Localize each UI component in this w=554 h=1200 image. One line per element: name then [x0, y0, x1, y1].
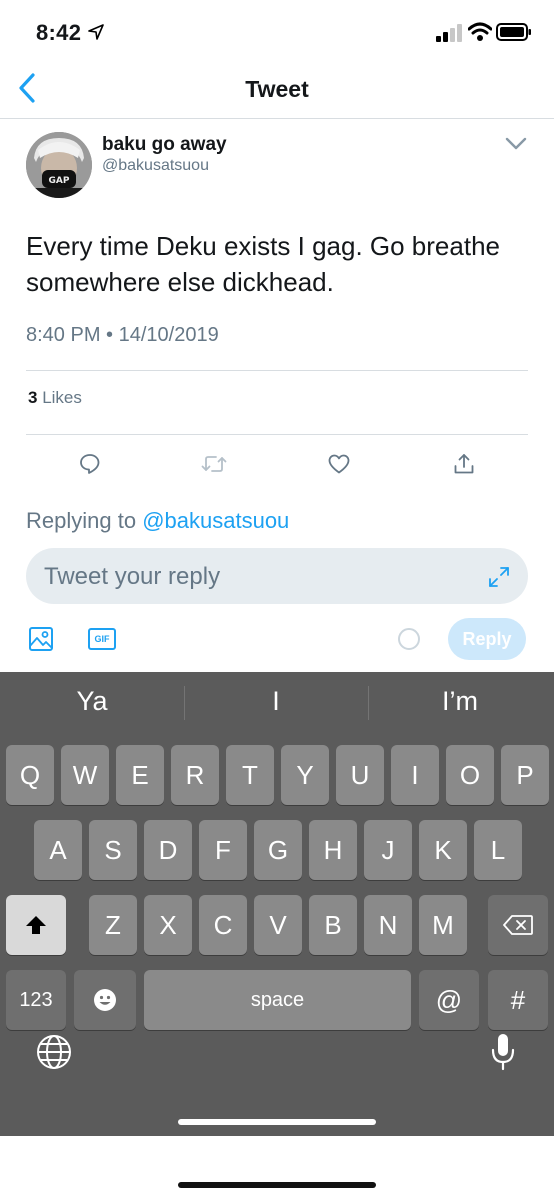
wifi-icon [468, 22, 492, 41]
gif-button[interactable]: GIF [88, 628, 116, 650]
key-f[interactable]: F [199, 820, 247, 880]
emoji-key[interactable] [74, 970, 136, 1030]
key-c[interactable]: C [199, 895, 247, 955]
replying-to-label: Replying to @bakusatsuou [26, 508, 289, 534]
key-k[interactable]: K [419, 820, 467, 880]
hash-key[interactable]: # [488, 970, 548, 1030]
predictive-bar: Ya I I’m [0, 672, 554, 734]
numbers-key[interactable]: 123 [6, 970, 66, 1030]
keyboard: Ya I I’m Q W E R T Y U I O P A S D F G H… [0, 672, 554, 1136]
status-time: 8:42 [36, 20, 82, 45]
battery-icon [496, 23, 531, 41]
key-y[interactable]: Y [281, 745, 329, 805]
suggestion-item[interactable]: I [224, 686, 328, 717]
key-g[interactable]: G [254, 820, 302, 880]
key-z[interactable]: Z [89, 895, 137, 955]
home-indicator-bar[interactable] [178, 1182, 376, 1188]
replying-mention-link[interactable]: @bakusatsuou [142, 508, 289, 533]
reply-input[interactable]: Tweet your reply [26, 548, 528, 604]
key-v[interactable]: V [254, 895, 302, 955]
heart-icon [328, 454, 350, 474]
tweet-text: Every time Deku exists I gag. Go breathe… [26, 231, 500, 297]
backspace-icon [503, 915, 533, 935]
key-s[interactable]: S [89, 820, 137, 880]
cellular-signal-icon [436, 24, 462, 42]
reply-action-button[interactable] [76, 450, 104, 478]
key-i[interactable]: I [391, 745, 439, 805]
key-m[interactable]: M [419, 895, 467, 955]
expand-icon[interactable] [488, 566, 510, 588]
suggestion-separator [368, 686, 369, 720]
suggestion-item[interactable]: Ya [40, 686, 144, 717]
chevron-down-icon[interactable] [504, 136, 528, 152]
key-q[interactable]: Q [6, 745, 54, 805]
key-r[interactable]: R [171, 745, 219, 805]
shift-key[interactable] [6, 895, 66, 955]
shift-arrow-icon [26, 916, 46, 934]
key-e[interactable]: E [116, 745, 164, 805]
key-n[interactable]: N [364, 895, 412, 955]
character-count-indicator [398, 628, 420, 650]
suggestion-separator [184, 686, 185, 720]
divider [26, 434, 528, 435]
user-handle[interactable]: @bakusatsuou [102, 157, 209, 175]
share-icon [454, 454, 474, 474]
likes-number: 3 [28, 388, 38, 407]
reply-button[interactable]: Reply [448, 618, 526, 660]
key-h[interactable]: H [309, 820, 357, 880]
location-arrow-icon [88, 24, 104, 40]
suggestion-item[interactable]: I’m [408, 686, 512, 717]
key-b[interactable]: B [309, 895, 357, 955]
key-x[interactable]: X [144, 895, 192, 955]
key-w[interactable]: W [61, 745, 109, 805]
share-action-button[interactable] [450, 450, 478, 478]
key-d[interactable]: D [144, 820, 192, 880]
key-o[interactable]: O [446, 745, 494, 805]
key-a[interactable]: A [34, 820, 82, 880]
key-p[interactable]: P [501, 745, 549, 805]
svg-text:GAP: GAP [49, 176, 70, 186]
likes-count-link[interactable]: 3 Likes [28, 388, 82, 408]
key-u[interactable]: U [336, 745, 384, 805]
display-name[interactable]: baku go away [102, 134, 227, 156]
key-l[interactable]: L [474, 820, 522, 880]
divider [26, 370, 528, 371]
retweet-action-button[interactable] [200, 450, 228, 478]
key-t[interactable]: T [226, 745, 274, 805]
likes-label: Likes [42, 388, 82, 407]
replying-prefix: Replying to [26, 508, 137, 533]
avatar[interactable]: GAP [26, 132, 92, 198]
at-key[interactable]: @ [419, 970, 479, 1030]
nav-bar: Tweet [0, 64, 554, 119]
key-j[interactable]: J [364, 820, 412, 880]
reply-placeholder: Tweet your reply [44, 563, 221, 590]
delete-key[interactable] [488, 895, 548, 955]
tweet-timestamp: 8:40 PM • 14/10/2019 [26, 324, 219, 346]
home-indicator [178, 1119, 376, 1125]
comment-icon [80, 454, 100, 474]
like-action-button[interactable] [325, 450, 353, 478]
avatar-image: GAP [26, 132, 92, 198]
retweet-icon [201, 456, 227, 472]
page-title: Tweet [245, 76, 309, 102]
microphone-icon[interactable] [490, 1032, 516, 1072]
globe-icon[interactable] [36, 1034, 72, 1070]
tweet-actions [0, 450, 554, 480]
emoji-icon [94, 989, 116, 1011]
status-bar: 8:42 [0, 0, 554, 64]
space-key[interactable]: space [144, 970, 411, 1030]
composer-toolbar: GIF Reply [0, 616, 554, 664]
image-icon[interactable] [28, 626, 54, 652]
